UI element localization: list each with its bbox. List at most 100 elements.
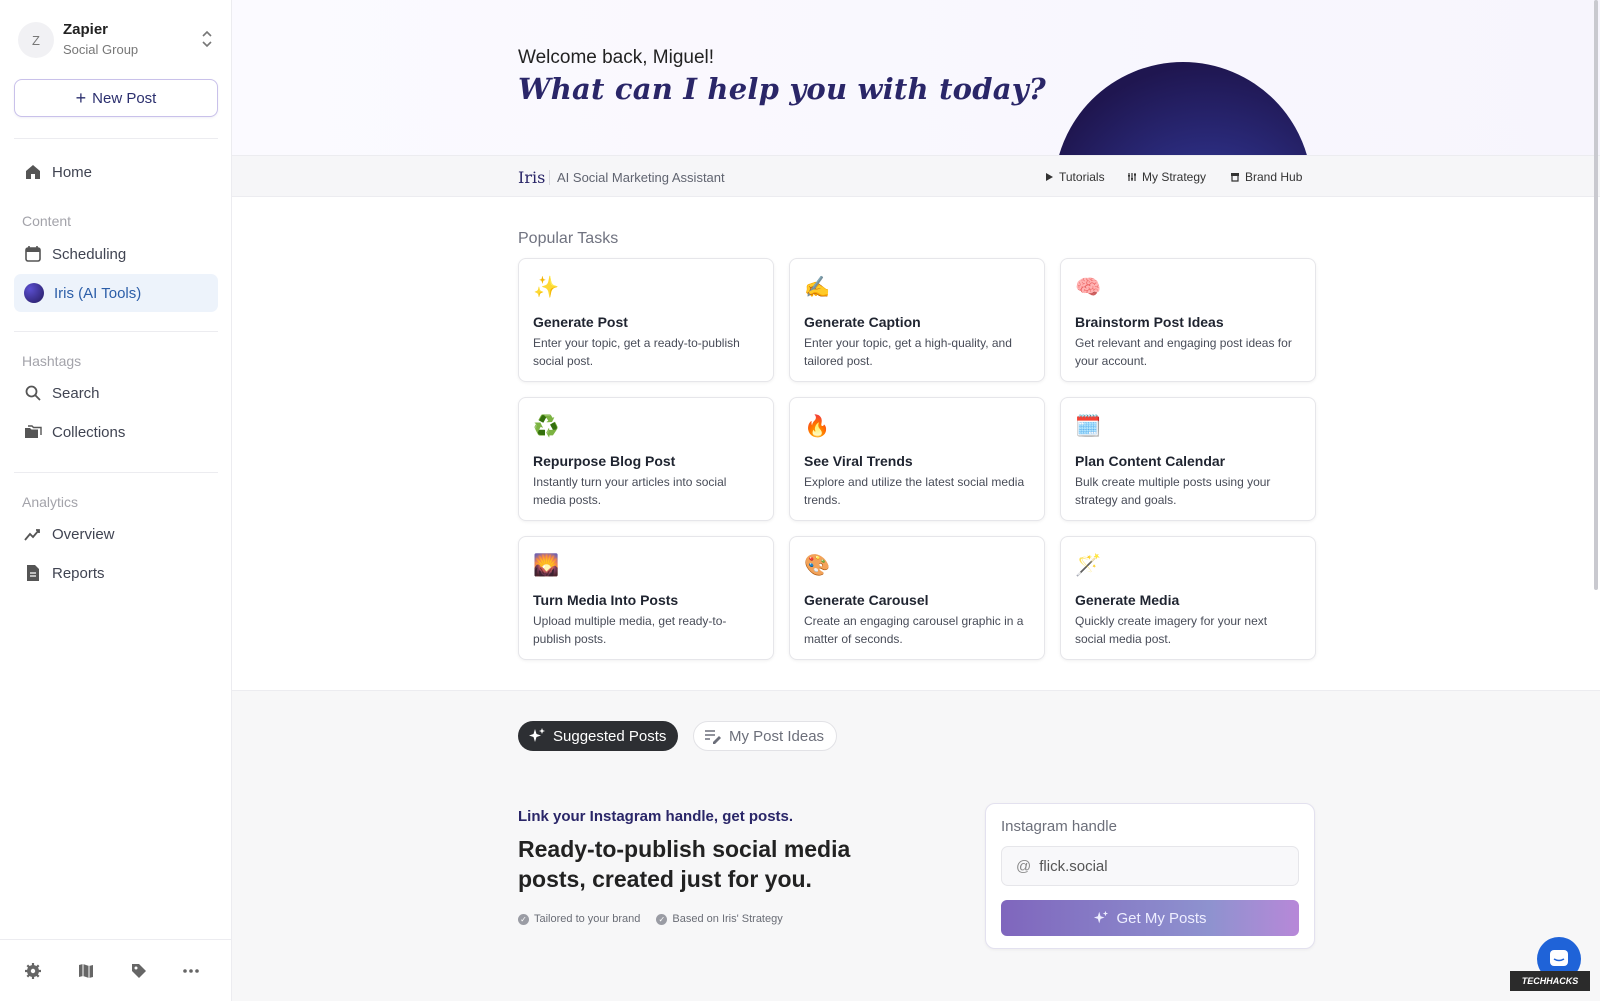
workspace-name: Zapier bbox=[63, 21, 109, 38]
task-title: Repurpose Blog Post bbox=[533, 453, 676, 469]
edit-list-icon bbox=[705, 730, 721, 744]
tag-icon[interactable] bbox=[128, 960, 150, 982]
divider bbox=[14, 331, 218, 332]
sidebar-item-search[interactable]: Search bbox=[14, 374, 218, 412]
scrollbar[interactable] bbox=[1594, 0, 1598, 590]
instagram-pitch: Ready-to-publish social media posts, cre… bbox=[518, 836, 851, 892]
hero-question: What can I help you with today? bbox=[518, 72, 1046, 106]
calendar-icon: 🗓️ bbox=[1075, 415, 1102, 438]
check-label: Tailored to your brand bbox=[534, 913, 641, 925]
check-circle-icon: ✓ bbox=[518, 913, 529, 925]
folders-icon bbox=[25, 425, 42, 438]
calendar-icon bbox=[25, 246, 41, 262]
task-description: Upload multiple media, get ready-to-publ… bbox=[533, 614, 727, 646]
tab-label: My Post Ideas bbox=[729, 727, 825, 745]
workspace-avatar: Z bbox=[18, 22, 54, 58]
task-description: Get relevant and engaging post ideas for… bbox=[1075, 336, 1292, 368]
tab-my-post-ideas[interactable]: My Post Ideas bbox=[693, 721, 838, 751]
task-description: Explore and utilize the latest social me… bbox=[804, 475, 1025, 507]
trend-line-icon bbox=[24, 529, 40, 541]
new-post-button[interactable]: + New Post bbox=[14, 79, 218, 117]
iris-logo-text: Iris bbox=[518, 168, 546, 187]
recycle-icon: ♻️ bbox=[533, 415, 560, 438]
writing-hand-icon: ✍️ bbox=[804, 276, 831, 299]
suggested-posts-section: Suggested Posts My Post Ideas Link your … bbox=[232, 690, 1600, 1001]
hero-banner: Welcome back, Miguel! What can I help yo… bbox=[232, 0, 1600, 155]
task-card-turn-media-into-posts[interactable]: 🌄 Turn Media Into Posts Upload multiple … bbox=[518, 536, 774, 660]
sidebar-item-collections[interactable]: Collections bbox=[14, 413, 218, 451]
task-description: Bulk create multiple posts using your st… bbox=[1075, 475, 1271, 507]
picture-icon: 🌄 bbox=[533, 554, 560, 577]
task-card-generate-carousel[interactable]: 🎨 Generate Carousel Create an engaging c… bbox=[789, 536, 1045, 660]
section-heading-hashtags: Hashtags bbox=[22, 353, 82, 369]
sidebar-item-reports[interactable]: Reports bbox=[14, 554, 218, 592]
play-icon bbox=[1046, 173, 1053, 181]
sidebar-item-home[interactable]: Home bbox=[14, 153, 218, 191]
sidebar-item-scheduling[interactable]: Scheduling bbox=[14, 235, 218, 273]
map-icon[interactable] bbox=[75, 960, 97, 982]
instagram-handle-input[interactable]: @ flick.social bbox=[1001, 846, 1299, 886]
new-post-label: New Post bbox=[92, 89, 157, 107]
instagram-handle-label: Instagram handle bbox=[1001, 818, 1117, 835]
task-card-repurpose-blog-post[interactable]: ♻️ Repurpose Blog Post Instantly turn yo… bbox=[518, 397, 774, 521]
sidebar-item-label: Reports bbox=[52, 564, 105, 582]
sidebar-item-label: Overview bbox=[52, 525, 115, 543]
workspace-subtitle: Social Group bbox=[63, 42, 139, 57]
brand-hub-link[interactable]: Brand Hub bbox=[1230, 170, 1302, 184]
sidebar-item-label: Collections bbox=[52, 423, 126, 441]
sidebar-item-label: Home bbox=[52, 163, 93, 181]
task-card-generate-post[interactable]: ✨ Generate Post Enter your topic, get a … bbox=[518, 258, 774, 382]
settings-gear-icon[interactable] bbox=[22, 960, 44, 982]
task-card-brainstorm-post-ideas[interactable]: 🧠 Brainstorm Post Ideas Get relevant and… bbox=[1060, 258, 1316, 382]
task-description: Enter your topic, get a high-quality, an… bbox=[804, 336, 1012, 368]
section-heading-content: Content bbox=[22, 213, 72, 229]
sliders-icon bbox=[1128, 173, 1136, 181]
check-item: ✓ Tailored to your brand bbox=[518, 913, 640, 925]
welcome-text: Welcome back, Miguel! bbox=[518, 47, 715, 68]
divider bbox=[549, 170, 550, 185]
task-card-see-viral-trends[interactable]: 🔥 See Viral Trends Explore and utilize t… bbox=[789, 397, 1045, 521]
iris-orb-icon bbox=[24, 283, 44, 303]
task-title: Generate Media bbox=[1075, 592, 1180, 608]
magic-wand-icon: 🪄 bbox=[1075, 554, 1102, 577]
task-title: Brainstorm Post Ideas bbox=[1075, 314, 1224, 330]
tab-suggested-posts[interactable]: Suggested Posts bbox=[518, 721, 679, 751]
feature-checks: ✓ Tailored to your brand ✓ Based on Iris' … bbox=[518, 913, 783, 925]
task-title: Turn Media Into Posts bbox=[533, 592, 679, 608]
sidebar-item-label: Search bbox=[52, 384, 100, 402]
task-description: Instantly turn your articles into social… bbox=[533, 475, 727, 507]
main-content: Welcome back, Miguel! What can I help yo… bbox=[232, 0, 1600, 1001]
more-options-icon[interactable] bbox=[180, 960, 202, 982]
task-card-generate-caption[interactable]: ✍️ Generate Caption Enter your topic, ge… bbox=[789, 258, 1045, 382]
handle-value: flick.social bbox=[1039, 857, 1108, 875]
brain-icon: 🧠 bbox=[1075, 276, 1102, 299]
iris-header-bar: Iris AI Social Marketing Assistant Tutor… bbox=[232, 155, 1600, 197]
iris-orb-graphic bbox=[1054, 62, 1312, 155]
search-icon bbox=[25, 385, 41, 401]
task-description: Enter your topic, get a ready-to-publish… bbox=[533, 336, 740, 368]
check-label: Based on Iris' Strategy bbox=[672, 913, 783, 925]
link-label: Brand Hub bbox=[1245, 170, 1303, 184]
task-card-plan-content-calendar[interactable]: 🗓️ Plan Content Calendar Bulk create mul… bbox=[1060, 397, 1316, 521]
sidebar-item-label: Iris (AI Tools) bbox=[54, 284, 142, 302]
sparkles-icon: ✨ bbox=[533, 276, 560, 299]
sidebar-item-iris[interactable]: Iris (AI Tools) bbox=[14, 274, 218, 312]
divider bbox=[14, 138, 218, 139]
tutorials-link[interactable]: Tutorials bbox=[1044, 170, 1105, 184]
at-sign-icon: @ bbox=[1016, 857, 1032, 875]
task-description: Quickly create imagery for your next soc… bbox=[1075, 614, 1268, 646]
get-my-posts-button[interactable]: Get My Posts bbox=[1001, 900, 1299, 936]
plus-icon: + bbox=[75, 88, 87, 108]
popular-tasks-title: Popular Tasks bbox=[518, 230, 619, 247]
instagram-handle-form: Instagram handle @ flick.social Get My P… bbox=[985, 803, 1315, 949]
palette-icon: 🎨 bbox=[804, 554, 831, 577]
sidebar-footer bbox=[0, 939, 232, 1001]
home-icon bbox=[26, 165, 40, 179]
workspace-switcher[interactable]: Z Zapier Social Group bbox=[18, 20, 218, 60]
my-strategy-link[interactable]: My Strategy bbox=[1127, 170, 1206, 184]
chevron-updown-icon bbox=[202, 30, 212, 48]
sidebar-item-overview[interactable]: Overview bbox=[14, 515, 218, 553]
instagram-headline: Link your Instagram handle, get posts. bbox=[518, 808, 794, 825]
task-card-generate-media[interactable]: 🪄 Generate Media Quickly create imagery … bbox=[1060, 536, 1316, 660]
watermark-logo: TECHHACKS bbox=[1510, 971, 1590, 991]
